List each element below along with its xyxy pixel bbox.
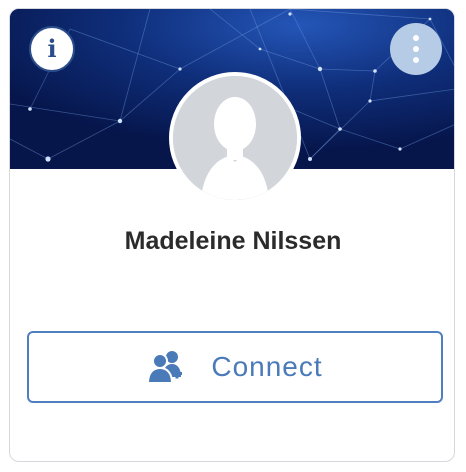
- connect-button[interactable]: Connect: [27, 331, 443, 403]
- info-button[interactable]: i: [29, 26, 75, 72]
- connect-label: Connect: [211, 351, 323, 382]
- info-icon: i: [47, 34, 57, 63]
- profile-name: Madeleine Nilssen: [124, 227, 342, 255]
- person-silhouette-icon: [173, 76, 297, 200]
- profile-card: i Madeleine Nilssen Connect: [9, 8, 455, 462]
- add-user-icon: [147, 351, 183, 384]
- avatar[interactable]: [169, 72, 301, 204]
- more-options-button[interactable]: [390, 23, 442, 75]
- more-vertical-icon: [413, 35, 419, 41]
